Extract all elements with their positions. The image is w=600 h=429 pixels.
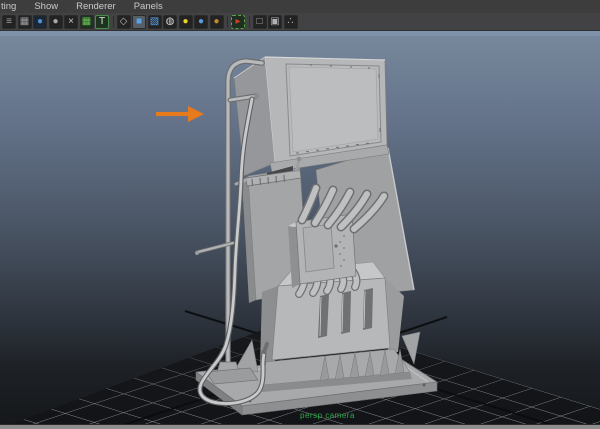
- film-gate-icon[interactable]: ▦: [17, 14, 32, 29]
- gate-mask-icon[interactable]: ●: [48, 14, 63, 29]
- menu-item-lighting[interactable]: ting: [0, 0, 25, 13]
- camera-name-label: persp camera: [300, 411, 355, 420]
- panel-menubar: ting Show Renderer Panels: [0, 0, 600, 13]
- viewport-toolbar: ≡ ▦ ● ● × ▦ T ◇ ■ ▧ ◍ ● ● ● ▸ □ ▣ ∴: [0, 13, 600, 31]
- isolate-select-icon[interactable]: ▸: [231, 14, 245, 29]
- ambient-occlusion-icon[interactable]: ●: [209, 14, 224, 29]
- xray-active-components-icon[interactable]: ▣: [268, 14, 282, 29]
- toolbar-separator: [112, 15, 114, 28]
- safe-action-icon[interactable]: ▦: [79, 14, 94, 29]
- menu-item-panels[interactable]: Panels: [125, 0, 172, 13]
- perspective-viewport[interactable]: [0, 36, 600, 424]
- menu-item-show[interactable]: Show: [25, 0, 67, 13]
- bottom-panel-edge: [0, 424, 600, 429]
- resolution-gate-icon[interactable]: ●: [33, 14, 47, 29]
- wireframe-on-shaded-icon[interactable]: ▧: [147, 14, 162, 29]
- menu-item-renderer[interactable]: Renderer: [67, 0, 125, 13]
- use-all-lights-icon[interactable]: ●: [178, 14, 193, 29]
- toolbar-separator: [227, 15, 228, 28]
- shadows-icon[interactable]: ●: [194, 14, 208, 29]
- maya-window: ting Show Renderer Panels ≡ ▦ ● ● × ▦ T ◇ ■ ▧ ◍ ● ● ● ▸ □ ▣…: [0, 0, 600, 429]
- field-chart-icon[interactable]: ×: [64, 14, 78, 29]
- smooth-shade-all-icon[interactable]: ■: [132, 14, 146, 29]
- safe-title-icon[interactable]: T: [95, 14, 109, 29]
- textured-icon[interactable]: ◍: [163, 14, 177, 29]
- wireframe-icon[interactable]: ◇: [116, 14, 131, 29]
- active-panel-highlight: [0, 31, 600, 36]
- camera-icon[interactable]: ≡: [2, 14, 16, 29]
- xray-icon[interactable]: □: [252, 14, 267, 29]
- toolbar-separator: [248, 15, 250, 28]
- xray-joints-icon[interactable]: ∴: [283, 14, 298, 29]
